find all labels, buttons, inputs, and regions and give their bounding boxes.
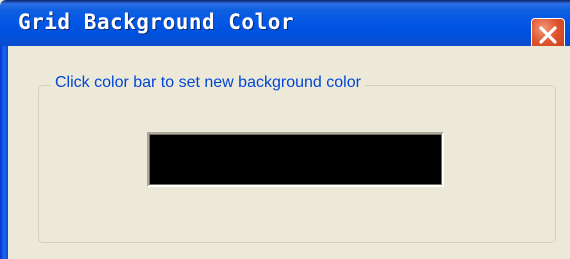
background-color-bar[interactable] [147,132,444,187]
grid-background-color-dialog: Grid Background Color Click color bar to… [0,0,570,259]
dialog-title: Grid Background Color [18,10,295,34]
close-icon [539,26,557,44]
window-left-border [0,46,8,259]
title-bar[interactable]: Grid Background Color [0,0,570,52]
groupbox-label: Click color bar to set new background co… [51,72,365,94]
